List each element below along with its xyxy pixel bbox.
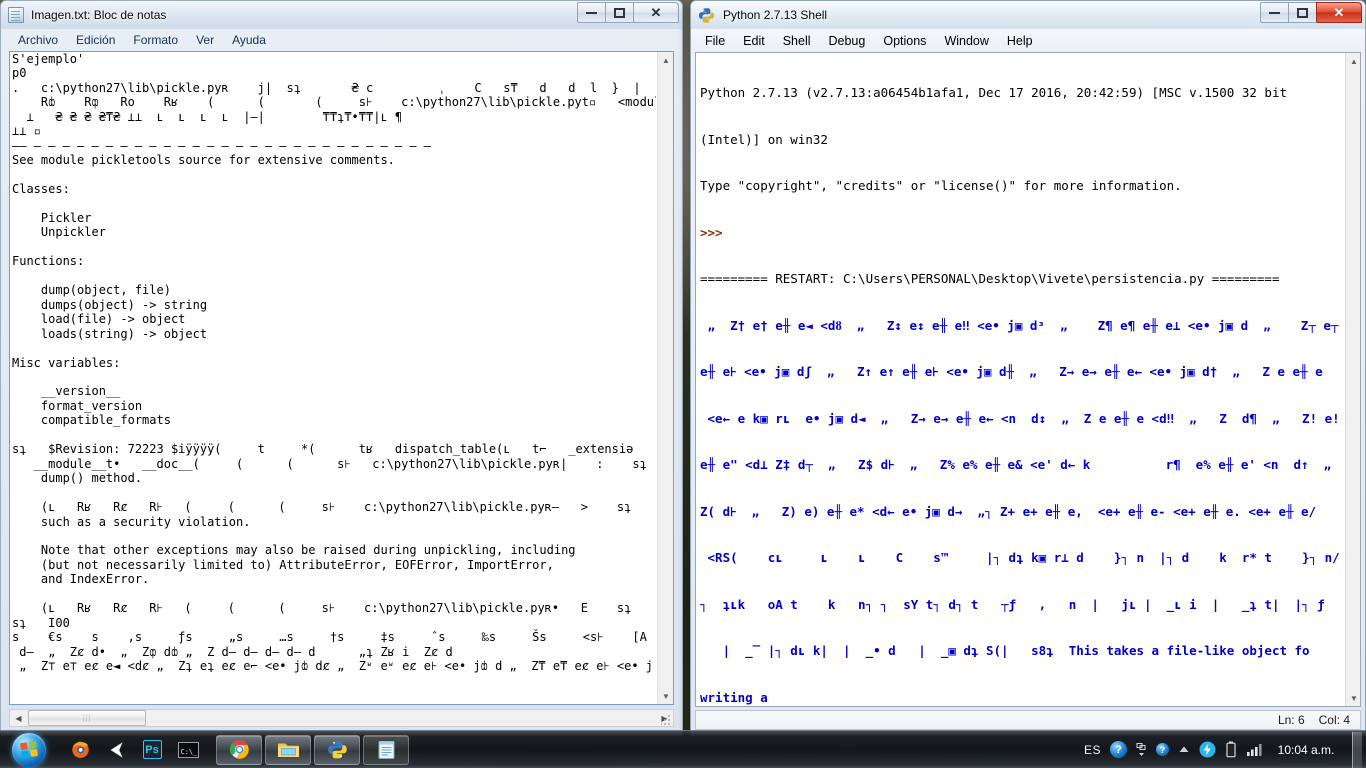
system-tray: ES ? ? 10:04 a.m.	[1084, 731, 1366, 768]
scroll-down-icon[interactable]: ▼	[658, 688, 673, 704]
unity-icon[interactable]	[98, 734, 134, 766]
notepad-window[interactable]: Imagen.txt: Bloc de notas ✕ Archivo Edic…	[0, 0, 683, 736]
notepad-icon	[8, 7, 24, 23]
banner-line: (Intel)] on win32	[700, 131, 828, 147]
menu-item-file[interactable]: File	[696, 32, 734, 50]
python-shell-titlebar[interactable]: Python 2.7.13 Shell ✕	[691, 1, 1365, 29]
python-shell-output[interactable]: Python 2.7.13 (v2.7.13:a06454b1afa1, Dec…	[700, 54, 1344, 706]
binary-output-line: writing a	[700, 689, 768, 705]
python-vertical-scrollbar[interactable]: ▲ ▼	[1345, 53, 1360, 706]
notepad-title: Imagen.txt: Bloc de notas	[31, 8, 167, 22]
binary-output-line: | _‾ |┐ dʟ k| | _• d | _▣ dʇ S(| s8ʇ Thi…	[700, 643, 1310, 658]
menu-item-debug[interactable]: Debug	[820, 32, 875, 50]
taskbar-python[interactable]	[314, 734, 360, 765]
menu-item-shell[interactable]: Shell	[774, 32, 820, 50]
banner-line: Type "copyright", "credits" or "license(…	[700, 178, 1182, 193]
python-status-bar: Ln: 6 Col: 4	[695, 710, 1361, 730]
close-icon: ✕	[1333, 5, 1345, 20]
tray-language-indicator[interactable]: ES	[1084, 743, 1101, 757]
scroll-up-icon[interactable]: ▲	[1346, 53, 1360, 69]
binary-output-line: <e← e k▣ rʟ e• j▣ d◄ „ Z→ e→ e╫ e← <n d↕…	[700, 410, 1340, 426]
menu-item-edit[interactable]: Edit	[734, 32, 774, 50]
battery-icon[interactable]	[1225, 741, 1237, 758]
python-shell-menubar: File Edit Shell Debug Options Window Hel…	[691, 29, 1365, 52]
notepad-text-area[interactable]: S'ejemplo' p0 . c:\python27\lib\pickle.p…	[9, 51, 674, 705]
menu-item-edicion[interactable]: Edición	[67, 31, 124, 49]
menu-item-options[interactable]: Options	[874, 32, 935, 50]
network-signal-icon[interactable]	[1246, 742, 1264, 757]
restart-banner: ========= RESTART: C:\Users\PERSONAL\Des…	[700, 271, 1280, 286]
menu-item-archivo[interactable]: Archivo	[9, 31, 67, 49]
python-close-button[interactable]: ✕	[1316, 2, 1362, 23]
scroll-up-icon[interactable]: ▲	[658, 52, 673, 68]
python-shell-window[interactable]: Python 2.7.13 Shell ✕ File Edit Shell De…	[690, 0, 1366, 736]
binary-output-line: „ Z† e† e╫ e◄ <dȣ „ Z↕ e↕ e╫ e‼ <e• j▣ d…	[700, 317, 1339, 333]
python-shell-output-area[interactable]: Python 2.7.13 (v2.7.13:a06454b1afa1, Dec…	[695, 52, 1361, 707]
show-hidden-icons-icon[interactable]	[1178, 745, 1190, 754]
taskbar-explorer[interactable]	[265, 734, 311, 765]
taskbar-buttons	[216, 734, 409, 765]
notepad-content[interactable]: S'ejemplo' p0 . c:\python27\lib\pickle.p…	[12, 52, 656, 704]
help-glyph: ?	[1110, 741, 1127, 758]
scroll-left-icon[interactable]: ◀	[10, 710, 27, 726]
binary-output-line: Z( d⊦ „ Z) e) e╫ e* <d← e• j▣ d→ „┐ Z+ e…	[700, 503, 1317, 519]
notepad-maximize-button[interactable]	[605, 2, 634, 23]
help-icon[interactable]: ?	[1110, 741, 1127, 758]
status-line-number: Ln: 6	[1277, 713, 1305, 727]
start-button[interactable]	[2, 732, 56, 768]
photoshop-icon[interactable]: Ps	[134, 734, 170, 766]
binary-output-line: e╫ e⊦ <e• j▣ dʃ „ Z↑ e↑ e╫ e⊦ <e• j▣ d╫ …	[700, 364, 1323, 379]
menu-item-ayuda[interactable]: Ayuda	[223, 31, 275, 49]
notepad-window-controls: ✕	[577, 2, 679, 23]
notepad-titlebar[interactable]: Imagen.txt: Bloc de notas ✕	[1, 1, 682, 29]
shell-prompt: >>>	[700, 224, 723, 240]
close-icon: ✕	[650, 5, 662, 20]
firefox-icon[interactable]	[62, 734, 98, 766]
scroll-down-icon[interactable]: ▼	[1346, 690, 1360, 706]
flash-icon[interactable]	[1199, 741, 1216, 758]
python-minimize-button[interactable]	[1260, 2, 1289, 23]
menu-item-ver[interactable]: Ver	[187, 31, 223, 49]
notepad-resize-grip[interactable]	[661, 714, 673, 726]
menu-item-window[interactable]: Window	[935, 32, 997, 50]
overflow-chevron-icon[interactable]	[1136, 742, 1147, 758]
windows-logo-icon	[12, 732, 46, 767]
command-prompt-icon[interactable]: C:\_	[170, 734, 206, 766]
menu-item-help[interactable]: Help	[998, 32, 1042, 50]
taskbar-notepad[interactable]	[363, 734, 409, 765]
show-desktop-button[interactable]	[1352, 731, 1362, 768]
binary-output-line: ┐ ʇʟk oA t k n┐ ┐ sY t┐ d┐ t ┬ƒ , n | jʟ…	[700, 596, 1325, 612]
action-center-glyph: ?	[1156, 743, 1169, 756]
photoshop-label: Ps	[142, 740, 162, 759]
taskbar[interactable]: Ps C:\_ ES ? ? 10:04 a.m.	[0, 730, 1366, 768]
quick-launch-bar: Ps C:\_	[62, 734, 206, 766]
binary-output-line: <RS( cʟ ʟ ʟ C s™ |┐ dʇ k▣ r⊥ d }┐ n |┐ d…	[700, 550, 1344, 565]
taskbar-clock[interactable]: 10:04 a.m.	[1273, 743, 1339, 757]
binary-output-line: e╫ e" <d⊥ Z‡ d┬ „ Z$ d⊦ „ Z% e% e╫ e& <e…	[700, 457, 1332, 472]
cmd-label: C:\_	[177, 741, 199, 758]
python-window-controls: ✕	[1260, 2, 1362, 23]
notepad-minimize-button[interactable]	[577, 2, 606, 23]
status-column-number: Col: 4	[1318, 713, 1350, 727]
python-shell-title: Python 2.7.13 Shell	[723, 8, 828, 22]
hscroll-thumb[interactable]: ⦙⦙⦙	[28, 710, 146, 726]
python-maximize-button[interactable]	[1288, 2, 1317, 23]
notepad-vertical-scrollbar[interactable]: ▲ ▼	[657, 52, 673, 704]
notepad-close-button[interactable]: ✕	[633, 2, 679, 23]
notepad-menubar: Archivo Edición Formato Ver Ayuda	[1, 29, 682, 51]
action-center-icon[interactable]: ?	[1156, 743, 1169, 756]
menu-item-formato[interactable]: Formato	[124, 31, 187, 49]
taskbar-chrome[interactable]	[216, 734, 262, 765]
notepad-horizontal-scrollbar[interactable]: ◀ ⦙⦙⦙ ▶	[9, 709, 674, 727]
python-icon	[698, 7, 715, 24]
banner-line: Python 2.7.13 (v2.7.13:a06454b1afa1, Dec…	[700, 85, 1287, 100]
